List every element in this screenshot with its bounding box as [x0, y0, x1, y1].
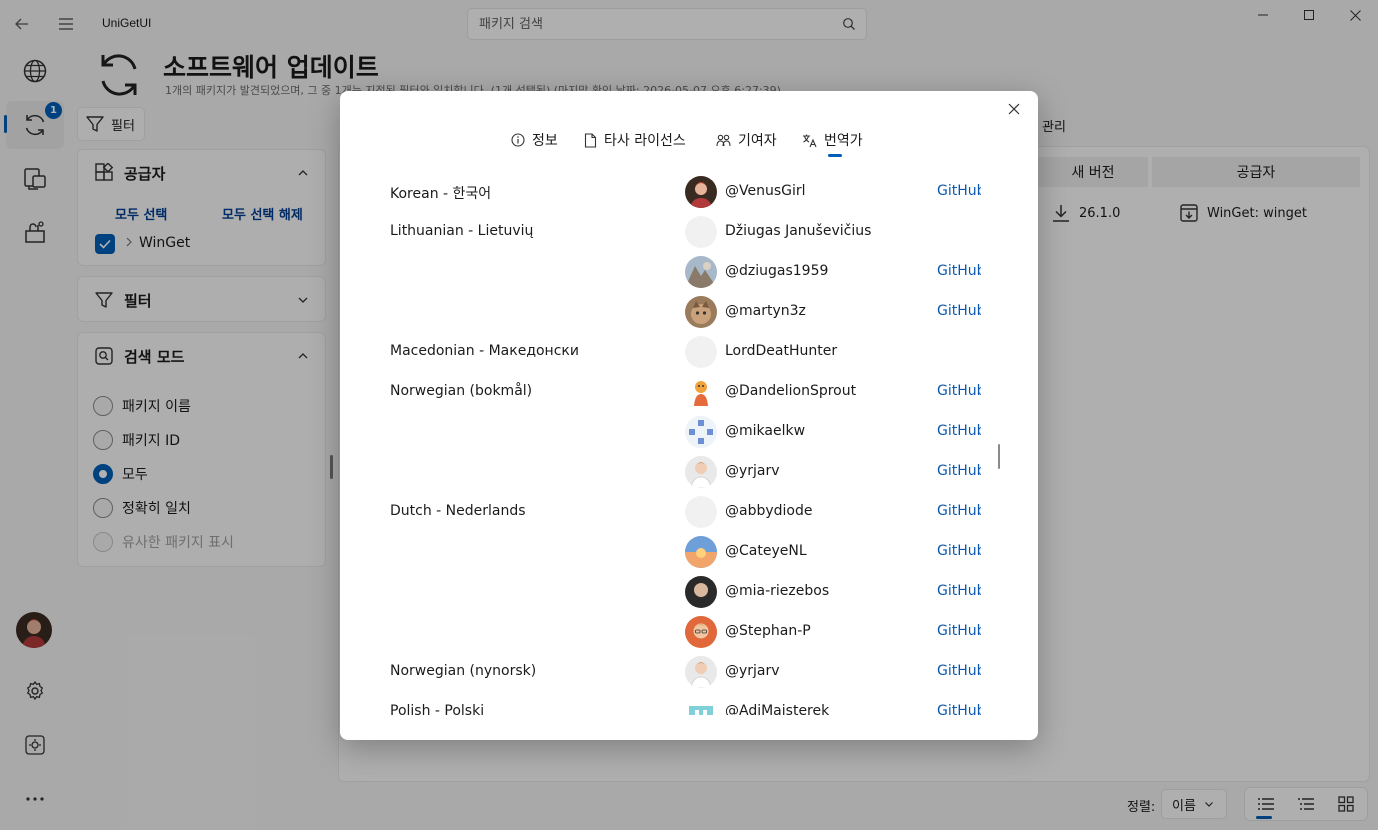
translator-list: Korean - 한국어 @VenusGirl GitHub Lithuanian -…	[340, 171, 1038, 715]
about-dialog: 정보 타사 라이선스 기여자 번역가 Korean - 한국어 @VenusGir…	[340, 91, 1038, 740]
language-name: Lithuanian - Lietuvių	[390, 223, 534, 239]
tab-contributors[interactable]: 기여자	[716, 129, 777, 151]
tab-label: 정보	[532, 133, 558, 149]
translator-avatar	[685, 456, 717, 488]
document-icon	[584, 132, 597, 148]
translator-avatar	[685, 256, 717, 288]
github-link[interactable]: GitHub	[937, 423, 981, 439]
tab-third-party-licenses[interactable]: 타사 라이선스	[584, 129, 686, 151]
tab-label: 기여자	[738, 133, 777, 149]
translator-name: @abbydiode	[725, 503, 813, 519]
translator-avatar	[685, 176, 717, 208]
translator-avatar	[685, 616, 717, 648]
language-name: Polish - Polski	[390, 703, 485, 715]
translator-name: @CateyeNL	[725, 543, 807, 559]
translator-avatar	[685, 416, 717, 448]
translator-avatar	[685, 296, 717, 328]
translator-avatar	[685, 536, 717, 568]
translator-name: Džiugas Januševičius	[725, 223, 872, 239]
translator-name: @mikaelkw	[725, 423, 806, 439]
people-icon	[716, 133, 731, 148]
translator-name: @mia-riezebos	[725, 583, 830, 599]
info-icon	[511, 133, 525, 147]
translator-name: LordDeatHunter	[725, 343, 838, 359]
language-name: Norwegian (bokmål)	[390, 383, 533, 399]
github-link[interactable]: GitHub	[937, 703, 981, 715]
translator-avatar	[685, 576, 717, 608]
language-name: Norwegian (nynorsk)	[390, 663, 537, 679]
github-link[interactable]: GitHub	[937, 183, 981, 199]
translator-name: @Stephan-P	[725, 623, 811, 639]
tab-label: 번역가	[824, 133, 863, 149]
translator-avatar	[685, 696, 717, 715]
tab-about[interactable]: 정보	[511, 129, 558, 151]
dialog-scrollbar[interactable]	[998, 444, 1000, 469]
github-link[interactable]: GitHub	[937, 463, 981, 479]
translator-avatar	[685, 376, 717, 408]
active-tab-indicator	[828, 154, 842, 157]
translator-name: @dziugas1959	[725, 263, 829, 279]
github-link[interactable]: GitHub	[937, 263, 981, 279]
translator-name: @AdiMajsterek	[725, 703, 830, 715]
github-link[interactable]: GitHub	[937, 383, 981, 399]
github-link[interactable]: GitHub	[937, 503, 981, 519]
tab-label: 타사 라이선스	[604, 133, 686, 149]
translator-avatar	[685, 336, 717, 368]
language-name: Dutch - Nederlands	[390, 503, 526, 519]
tab-translators[interactable]: 번역가	[802, 129, 863, 151]
language-name: Korean - 한국어	[390, 186, 492, 202]
translator-avatar	[685, 656, 717, 688]
translator-name: @yrjarv	[725, 663, 780, 679]
translator-avatar	[685, 496, 717, 528]
translator-name: @DandelionSprout	[725, 383, 857, 399]
translator-name: @yrjarv	[725, 463, 780, 479]
github-link[interactable]: GitHub	[937, 623, 981, 639]
close-icon	[1008, 103, 1020, 115]
language-name: Macedonian - Македонски	[390, 343, 579, 359]
github-link[interactable]: GitHub	[937, 663, 981, 679]
translator-name: @VenusGirl	[725, 183, 806, 199]
translate-icon	[802, 133, 817, 148]
translator-avatar	[685, 216, 717, 248]
github-link[interactable]: GitHub	[937, 303, 981, 319]
github-link[interactable]: GitHub	[937, 543, 981, 559]
translator-name: @martyn3z	[725, 303, 806, 319]
dialog-close-button[interactable]	[1002, 97, 1026, 121]
github-link[interactable]: GitHub	[937, 583, 981, 599]
